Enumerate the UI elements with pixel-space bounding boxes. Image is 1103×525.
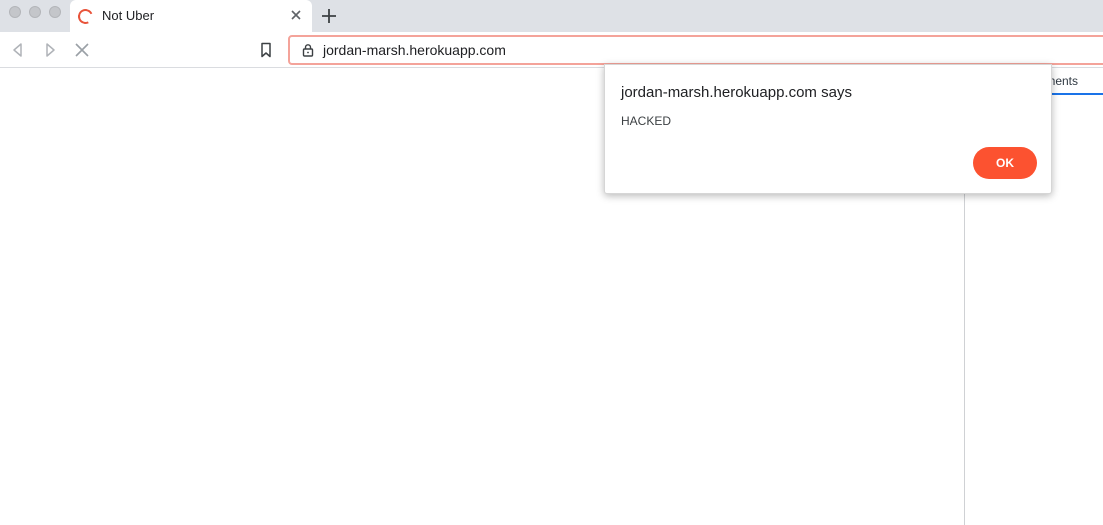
ok-button[interactable]: OK [973,147,1037,179]
stop-icon[interactable] [73,41,91,59]
dialog-title: jordan-marsh.herokuapp.com says [621,84,852,101]
plus-icon[interactable] [319,6,339,26]
forward-icon[interactable] [41,41,59,59]
lock-icon [302,44,314,57]
browser-toolbar: jordan-marsh.herokuapp.com [0,32,1103,68]
close-icon[interactable] [288,7,304,23]
loading-spinner-icon [75,6,96,27]
window-minimize-button[interactable] [29,6,41,18]
window-close-button[interactable] [9,6,21,18]
alert-dialog: jordan-marsh.herokuapp.com says HACKED O… [604,64,1052,194]
window-maximize-button[interactable] [49,6,61,18]
address-bar[interactable]: jordan-marsh.herokuapp.com [288,35,1103,65]
dialog-message: HACKED [621,114,672,128]
url-text: jordan-marsh.herokuapp.com [323,42,506,58]
back-icon[interactable] [9,41,27,59]
bookmark-icon[interactable] [257,41,275,59]
tab-strip: Not Uber [0,0,1103,32]
tab-title: Not Uber [102,8,155,23]
browser-tab[interactable]: Not Uber [70,0,312,32]
